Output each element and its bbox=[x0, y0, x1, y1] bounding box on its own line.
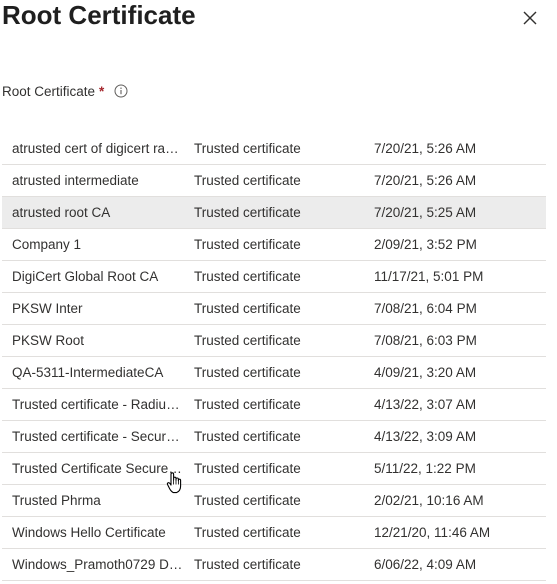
certificate-type: Trusted certificate bbox=[194, 429, 301, 444]
certificate-date: 5/11/22, 1:22 PM bbox=[374, 461, 476, 476]
table-row[interactable]: PKSW Root Trusted certificate 7/08/21, 6:0… bbox=[2, 325, 546, 357]
certificate-date: 2/02/21, 10:16 AM bbox=[374, 493, 484, 508]
certificate-name: atrusted cert of digicert radi... bbox=[12, 141, 184, 156]
root-certificate-panel: Root Certificate Root Certificate * atru… bbox=[0, 0, 557, 584]
table-row[interactable]: Trusted certificate - Secure... Trusted c… bbox=[2, 421, 546, 453]
certificate-list: atrusted cert of digicert radi... Trusted… bbox=[2, 133, 546, 581]
certificate-date: 12/21/20, 11:46 AM bbox=[374, 525, 491, 540]
certificate-date: 7/20/21, 5:26 AM bbox=[374, 141, 477, 156]
certificate-type: Trusted certificate bbox=[194, 173, 301, 188]
certificate-name: DigiCert Global Root CA bbox=[12, 269, 159, 284]
certificate-type: Trusted certificate bbox=[194, 205, 301, 220]
table-row[interactable]: Trusted certificate - Radius s... Trusted… bbox=[2, 389, 546, 421]
certificate-name: atrusted intermediate bbox=[12, 173, 139, 188]
certificate-name: PKSW Inter bbox=[12, 301, 83, 316]
field-label-text: Root Certificate bbox=[2, 83, 96, 99]
panel-title: Root Certificate bbox=[2, 0, 196, 30]
certificate-type: Trusted certificate bbox=[194, 365, 301, 380]
certificate-date: 4/09/21, 3:20 AM bbox=[374, 365, 477, 380]
table-row[interactable]: atrusted root CA Trusted certificate 7/20/… bbox=[2, 197, 546, 229]
certificate-type: Trusted certificate bbox=[194, 237, 301, 252]
info-icon[interactable] bbox=[114, 84, 128, 98]
table-row[interactable]: Windows_Pramoth0729 Dev... Trusted certif… bbox=[2, 549, 546, 581]
certificate-type: Trusted certificate bbox=[194, 525, 301, 540]
certificate-name: Company 1 bbox=[12, 237, 82, 252]
certificate-type: Trusted certificate bbox=[194, 461, 301, 476]
certificate-name: PKSW Root bbox=[12, 333, 85, 348]
certificate-date: 11/17/21, 5:01 PM bbox=[374, 269, 484, 284]
certificate-type: Trusted certificate bbox=[194, 493, 301, 508]
table-row[interactable]: PKSW Inter Trusted certificate 7/08/21, 6:… bbox=[2, 293, 546, 325]
certificate-date: 7/20/21, 5:26 AM bbox=[374, 173, 477, 188]
certificate-name: Trusted certificate - Radius s... bbox=[12, 397, 184, 412]
table-row[interactable]: Company 1 Trusted certificate 2/09/21, 3:5… bbox=[2, 229, 546, 261]
certificate-date: 4/13/22, 3:09 AM bbox=[374, 429, 477, 444]
certificate-type: Trusted certificate bbox=[194, 333, 301, 348]
certificate-date: 7/20/21, 5:25 AM bbox=[374, 205, 477, 220]
table-row[interactable]: Trusted Phrma Trusted certificate 2/02/21,… bbox=[2, 485, 546, 517]
table-row[interactable]: Trusted Certificate SecureW... Trusted ce… bbox=[2, 453, 546, 485]
certificate-date: 7/08/21, 6:03 PM bbox=[374, 333, 477, 348]
hand-cursor-icon bbox=[166, 472, 184, 494]
certificate-type: Trusted certificate bbox=[194, 557, 301, 572]
certificate-date: 2/09/21, 3:52 PM bbox=[374, 237, 477, 252]
table-row[interactable]: atrusted intermediate Trusted certificate… bbox=[2, 165, 546, 197]
table-row[interactable]: QA-5311-IntermediateCA Trusted certificat… bbox=[2, 357, 546, 389]
certificate-date: 7/08/21, 6:04 PM bbox=[374, 301, 477, 316]
table-row[interactable]: atrusted cert of digicert radi... Trusted… bbox=[2, 133, 546, 165]
certificate-date: 4/13/22, 3:07 AM bbox=[374, 397, 477, 412]
certificate-name: Windows_Pramoth0729 Dev... bbox=[12, 557, 184, 572]
certificate-name: QA-5311-IntermediateCA bbox=[12, 365, 164, 380]
certificate-name: atrusted root CA bbox=[12, 205, 111, 220]
certificate-type: Trusted certificate bbox=[194, 269, 301, 284]
table-row[interactable]: Windows Hello Certificate Trusted certifi… bbox=[2, 517, 546, 549]
table-row[interactable]: DigiCert Global Root CA Trusted certifica… bbox=[2, 261, 546, 293]
certificate-name: Trusted Phrma bbox=[12, 493, 101, 508]
certificate-date: 6/06/22, 4:09 AM bbox=[374, 557, 477, 572]
certificate-type: Trusted certificate bbox=[194, 397, 301, 412]
root-certificate-field-label: Root Certificate * bbox=[2, 82, 128, 100]
required-marker: * bbox=[99, 83, 105, 99]
close-icon bbox=[523, 11, 537, 25]
certificate-type: Trusted certificate bbox=[194, 301, 301, 316]
certificate-name: Trusted certificate - Secure... bbox=[12, 429, 184, 444]
close-button[interactable] bbox=[518, 6, 542, 30]
certificate-name: Windows Hello Certificate bbox=[12, 525, 166, 540]
certificate-type: Trusted certificate bbox=[194, 141, 301, 156]
certificate-name: Trusted Certificate SecureW... bbox=[12, 461, 184, 476]
